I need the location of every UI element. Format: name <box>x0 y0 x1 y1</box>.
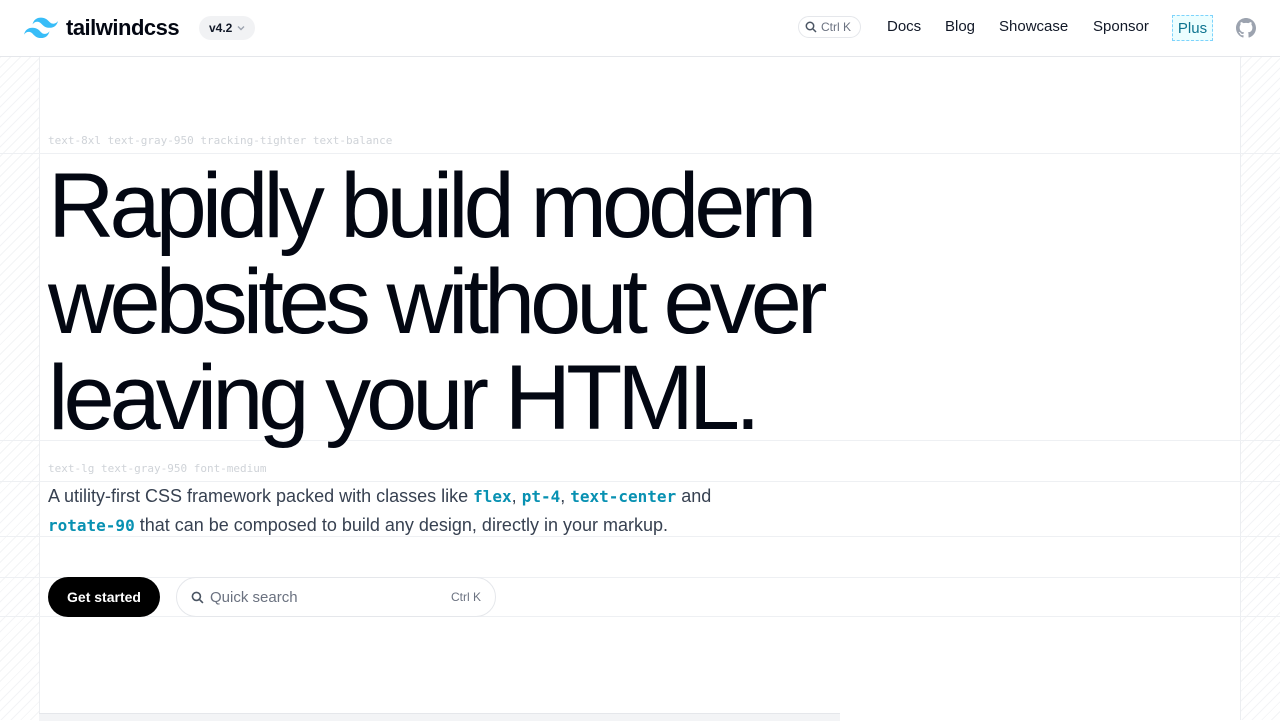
nav-docs[interactable]: Docs <box>887 18 921 35</box>
site-header: tailwindcss v4.2 Ctrl K Docs Blog Showca… <box>0 0 1280 57</box>
version-label: v4.2 <box>209 21 233 35</box>
github-icon <box>1236 18 1256 38</box>
get-started-button[interactable]: Get started <box>48 577 160 617</box>
github-link[interactable] <box>1236 18 1256 43</box>
guide-line <box>0 153 1280 154</box>
sub-class-label: text-lg text-gray-950 font-medium <box>48 462 267 475</box>
chevron-down-icon <box>237 26 245 31</box>
nav-showcase[interactable]: Showcase <box>999 18 1068 35</box>
hero-headline: Rapidly build modern websites without ev… <box>48 158 948 446</box>
search-icon <box>805 21 817 33</box>
quick-search-placeholder: Quick search <box>210 588 298 606</box>
brand-wordmark: tailwindcss <box>66 15 180 40</box>
headline-line: leaving your HTML. <box>48 347 761 449</box>
quick-search-input[interactable]: Quick search Ctrl K <box>176 577 496 617</box>
code-rotate-90: rotate-90 <box>48 516 135 535</box>
search-icon <box>191 591 204 603</box>
headline-class-label: text-8xl text-gray-950 tracking-tighter … <box>48 134 393 147</box>
nav-sponsor[interactable]: Sponsor <box>1093 18 1149 35</box>
left-gutter <box>0 57 40 720</box>
nav-blog[interactable]: Blog <box>945 18 975 35</box>
search-shortcut: Ctrl K <box>821 20 851 34</box>
code-flex: flex <box>473 487 512 506</box>
header-search-button[interactable]: Ctrl K <box>798 16 861 38</box>
home-logo-link[interactable]: tailwindcss <box>24 15 180 41</box>
code-text-center: text-center <box>570 487 677 506</box>
tailwind-logo-icon <box>24 17 58 39</box>
version-dropdown[interactable]: v4.2 <box>199 16 256 40</box>
code-pt-4: pt-4 <box>521 487 561 506</box>
nav-plus[interactable]: Plus <box>1172 15 1213 41</box>
hero-subtitle: A utility-first CSS framework packed wit… <box>48 486 712 535</box>
headline-line: Rapidly build modern <box>48 155 817 257</box>
headline-line: websites without ever <box>48 251 828 353</box>
quick-search-shortcut: Ctrl K <box>451 590 481 604</box>
right-gutter <box>1240 57 1280 720</box>
